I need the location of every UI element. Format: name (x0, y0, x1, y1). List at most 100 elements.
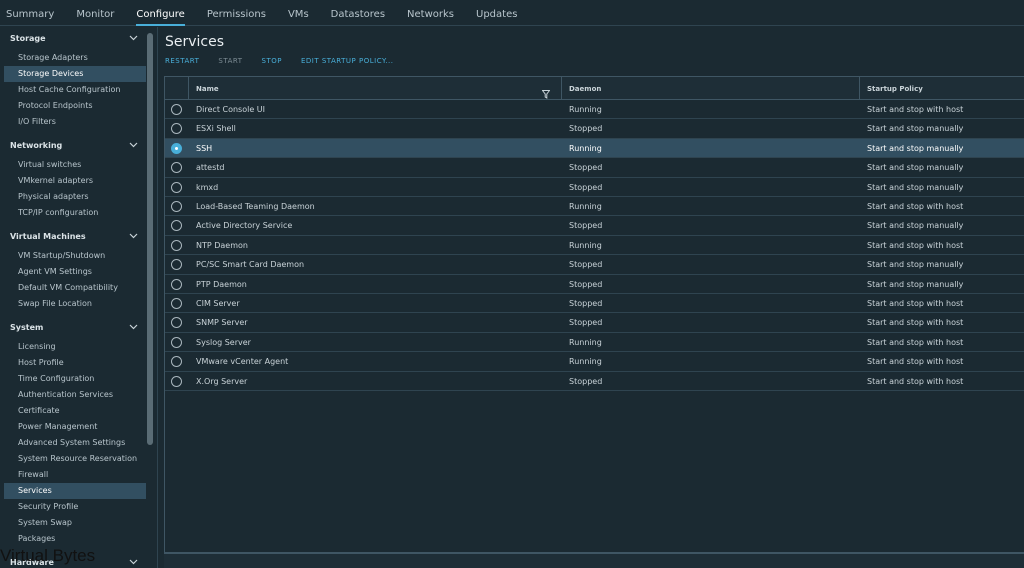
sidebar-item-i-o-filters[interactable]: I/O Filters (0, 114, 146, 130)
sidebar-item-vm-startup-shutdown[interactable]: VM Startup/Shutdown (0, 248, 146, 264)
service-name-cell: Syslog Server (196, 337, 251, 347)
row-select-radio[interactable] (171, 162, 182, 174)
table-row[interactable]: Load-Based Teaming Daemon Running Start an… (165, 197, 1024, 217)
table-row[interactable]: ESXi Shell Stopped Start and stop manually (165, 119, 1024, 139)
top-tab-bar: Summary Monitor Configure Permissions VMs Dat… (0, 0, 1024, 26)
row-select-radio[interactable] (171, 336, 182, 348)
chevron-down-icon[interactable] (129, 140, 138, 149)
sidebar-item-firewall[interactable]: Firewall (0, 467, 146, 483)
chevron-down-icon[interactable] (129, 33, 138, 42)
row-select-radio[interactable] (171, 142, 182, 154)
tab-monitor[interactable]: Monitor (76, 0, 114, 26)
page-title: Services (165, 34, 225, 50)
sidebar-item-system-resource-reservation[interactable]: System Resource Reservation (0, 451, 146, 467)
sidebar-item-time-configuration[interactable]: Time Configuration (0, 371, 146, 387)
row-select-radio[interactable] (171, 123, 182, 135)
service-name-cell: Direct Console UI (196, 105, 266, 114)
filter-icon[interactable] (541, 84, 551, 99)
sidebar-item-certificate[interactable]: Certificate (0, 403, 146, 419)
sidebar-item-swap-file-location[interactable]: Swap File Location (0, 296, 146, 312)
nav-scrollbar[interactable] (147, 33, 153, 563)
sidebar-item-advanced-system-settings[interactable]: Advanced System Settings (0, 435, 146, 451)
column-header-startup-policy[interactable]: Startup Policy (867, 77, 923, 99)
left-navigation: Storage Storage Adapters Storage Devices Ho… (0, 27, 158, 568)
nav-scrollbar-thumb[interactable] (147, 33, 153, 445)
startup-policy-cell: Start and stop with host (867, 240, 964, 250)
service-name-cell: VMware vCenter Agent (196, 357, 289, 367)
table-row[interactable]: SNMP Server Stopped Start and stop with ho… (165, 313, 1024, 333)
chevron-down-icon[interactable] (129, 322, 138, 331)
row-select-radio[interactable] (171, 239, 182, 251)
tab-datastores[interactable]: Datastores (331, 0, 385, 26)
column-header-daemon[interactable]: Daemon (569, 77, 601, 99)
sidebar-item-licensing[interactable]: Licensing (0, 339, 146, 355)
service-name-cell: ESXi Shell (196, 124, 236, 134)
sidebar-item-virtual-switches[interactable]: Virtual switches (0, 157, 146, 173)
tab-summary[interactable]: Summary (6, 0, 54, 26)
column-divider (561, 77, 562, 99)
sidebar-item-security-profile[interactable]: Security Profile (0, 499, 146, 515)
sidebar-item-tcp-ip-configuration[interactable]: TCP/IP configuration (0, 205, 146, 221)
row-select-radio[interactable] (171, 201, 182, 212)
sidebar-item-vmkernel-adapters[interactable]: VMkernel adapters (0, 173, 146, 189)
startup-policy-cell: Start and stop manually (867, 163, 964, 173)
sidebar-item-protocol-endpoints[interactable]: Protocol Endpoints (0, 98, 146, 114)
row-select-radio[interactable] (171, 259, 182, 271)
table-row[interactable]: Direct Console UI Running Start and stop w… (165, 100, 1024, 120)
sidebar-item-host-profile[interactable]: Host Profile (0, 355, 146, 371)
tab-permissions[interactable]: Permissions (207, 0, 266, 26)
column-divider (859, 77, 860, 99)
nav-group-networking[interactable]: Networking (0, 134, 146, 153)
chevron-down-icon[interactable] (129, 231, 138, 240)
row-select-radio[interactable] (171, 220, 182, 232)
daemon-status-cell: Running (569, 202, 602, 211)
table-row[interactable]: SSH Running Start and stop manually (165, 138, 1024, 159)
table-row[interactable]: PTP Daemon Stopped Start and stop manually (165, 275, 1024, 294)
row-select-radio[interactable] (171, 181, 182, 193)
sidebar-item-default-vm-compatibility[interactable]: Default VM Compatibility (0, 280, 146, 296)
chevron-down-icon[interactable] (129, 557, 138, 566)
startup-policy-cell: Start and stop manually (867, 143, 964, 153)
sidebar-item-agent-vm-settings[interactable]: Agent VM Settings (0, 264, 146, 280)
nav-group-system[interactable]: System (0, 316, 146, 335)
tab-updates[interactable]: Updates (476, 0, 517, 26)
main-panel: Services RESTART START STOP EDIT STARTUP… (158, 27, 1024, 568)
table-row[interactable]: CIM Server Stopped Start and stop with hos… (165, 294, 1024, 314)
column-header-name[interactable]: Name (196, 77, 219, 99)
sidebar-item-power-management[interactable]: Power Management (0, 419, 146, 435)
row-select-radio[interactable] (171, 298, 182, 309)
sidebar-item-physical-adapters[interactable]: Physical adapters (0, 189, 146, 205)
sidebar-item-storage-devices[interactable]: Storage Devices (4, 66, 146, 82)
table-row[interactable]: attestd Stopped Start and stop manually (165, 158, 1024, 178)
restart-button[interactable]: RESTART (165, 57, 199, 65)
table-row[interactable]: Active Directory Service Stopped Start and… (165, 216, 1024, 236)
start-button[interactable]: START (218, 57, 242, 65)
sidebar-item-host-cache-configuration[interactable]: Host Cache Configuration (0, 82, 146, 98)
table-row[interactable]: NTP Daemon Running Start and stop with hos… (165, 236, 1024, 256)
sidebar-item-authentication-services[interactable]: Authentication Services (0, 387, 146, 403)
table-row[interactable]: PC/SC Smart Card Daemon Stopped Start and … (165, 255, 1024, 275)
sidebar-item-storage-adapters[interactable]: Storage Adapters (0, 50, 146, 66)
nav-group-storage[interactable]: Storage (0, 27, 146, 46)
startup-policy-cell: Start and stop with host (867, 357, 964, 367)
row-select-radio[interactable] (171, 375, 182, 387)
table-row[interactable]: X.Org Server Stopped Start and stop with h… (165, 372, 1024, 391)
table-row[interactable]: Syslog Server Running Start and stop with … (165, 333, 1024, 353)
row-select-radio[interactable] (171, 278, 182, 290)
stop-button[interactable]: STOP (262, 57, 282, 65)
edit-startup-policy-button[interactable]: EDIT STARTUP POLICY... (301, 57, 394, 65)
sidebar-item-system-swap[interactable]: System Swap (0, 515, 146, 531)
table-row[interactable]: kmxd Stopped Start and stop manually (165, 178, 1024, 197)
tab-networks[interactable]: Networks (407, 0, 454, 26)
table-row[interactable]: VMware vCenter Agent Running Start and sto… (165, 352, 1024, 372)
nav-group-virtual-machines[interactable]: Virtual Machines (0, 225, 146, 244)
daemon-status-cell: Stopped (569, 260, 603, 270)
sidebar-item-packages[interactable]: Packages (0, 531, 146, 547)
sidebar-item-services[interactable]: Services (4, 483, 146, 499)
startup-policy-cell: Start and stop with host (867, 318, 964, 328)
row-select-radio[interactable] (171, 317, 182, 329)
row-select-radio[interactable] (171, 104, 182, 115)
row-select-radio[interactable] (171, 356, 182, 368)
tab-configure[interactable]: Configure (136, 0, 186, 26)
tab-vms[interactable]: VMs (288, 0, 309, 26)
